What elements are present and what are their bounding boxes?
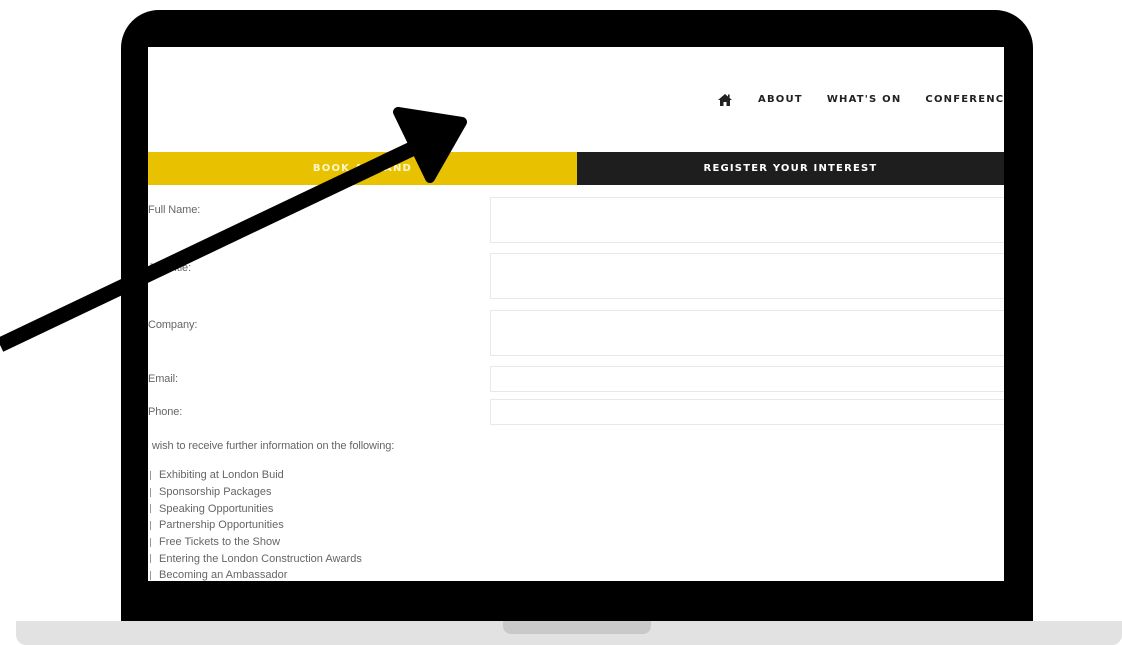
option-label: Becoming an Ambassador <box>159 569 288 581</box>
email-label: Email: <box>148 373 178 385</box>
interest-prompt: I wish to receive further information on… <box>148 440 395 452</box>
job-title-field[interactable] <box>490 253 1004 299</box>
checkbox[interactable] <box>148 470 151 480</box>
phone-field[interactable] <box>490 399 1004 425</box>
job-title-label: Job Title: <box>148 262 192 274</box>
option-exhibiting[interactable]: Exhibiting at London Buid <box>148 467 362 484</box>
laptop-screen: ABOUT WHAT'S ON CONFERENCE BOOK A STAND … <box>148 47 1004 581</box>
checkbox[interactable] <box>148 487 151 497</box>
tab-register-interest[interactable]: REGISTER YOUR INTEREST <box>577 152 1004 185</box>
company-label: Company: <box>148 319 198 331</box>
tab-book-a-stand[interactable]: BOOK A STAND <box>148 152 577 185</box>
option-awards[interactable]: Entering the London Construction Awards <box>148 550 362 567</box>
full-name-field[interactable] <box>490 197 1004 243</box>
nav-item-about[interactable]: ABOUT <box>758 94 803 105</box>
option-label: Speaking Opportunities <box>159 502 274 515</box>
option-label: Exhibiting at London Buid <box>159 469 284 482</box>
form-tabs: BOOK A STAND REGISTER YOUR INTEREST <box>148 152 1004 185</box>
interest-checklist: Exhibiting at London Buid Sponsorship Pa… <box>148 467 362 581</box>
phone-label: Phone: <box>148 406 183 418</box>
option-label: Partnership Opportunities <box>159 519 284 532</box>
option-ambassador[interactable]: Becoming an Ambassador <box>148 567 362 581</box>
home-icon[interactable] <box>718 93 732 106</box>
option-free-tickets[interactable]: Free Tickets to the Show <box>148 534 362 551</box>
option-label: Free Tickets to the Show <box>159 536 281 549</box>
checkbox[interactable] <box>148 504 151 514</box>
full-name-label: Full Name: <box>148 204 201 216</box>
checkbox[interactable] <box>148 570 151 580</box>
laptop-notch <box>503 621 651 634</box>
checkbox[interactable] <box>148 554 151 564</box>
top-navigation: ABOUT WHAT'S ON CONFERENCE <box>718 92 1004 106</box>
option-sponsorship[interactable]: Sponsorship Packages <box>148 484 362 501</box>
checkbox[interactable] <box>148 537 151 547</box>
option-speaking[interactable]: Speaking Opportunities <box>148 500 362 517</box>
option-label: Entering the London Construction Awards <box>159 552 362 565</box>
checkbox[interactable] <box>148 520 151 530</box>
nav-item-whats-on[interactable]: WHAT'S ON <box>827 94 902 105</box>
email-field[interactable] <box>490 366 1004 392</box>
company-field[interactable] <box>490 310 1004 356</box>
option-partnership[interactable]: Partnership Opportunities <box>148 517 362 534</box>
nav-item-conference[interactable]: CONFERENCE <box>925 94 1004 105</box>
option-label: Sponsorship Packages <box>159 486 272 499</box>
